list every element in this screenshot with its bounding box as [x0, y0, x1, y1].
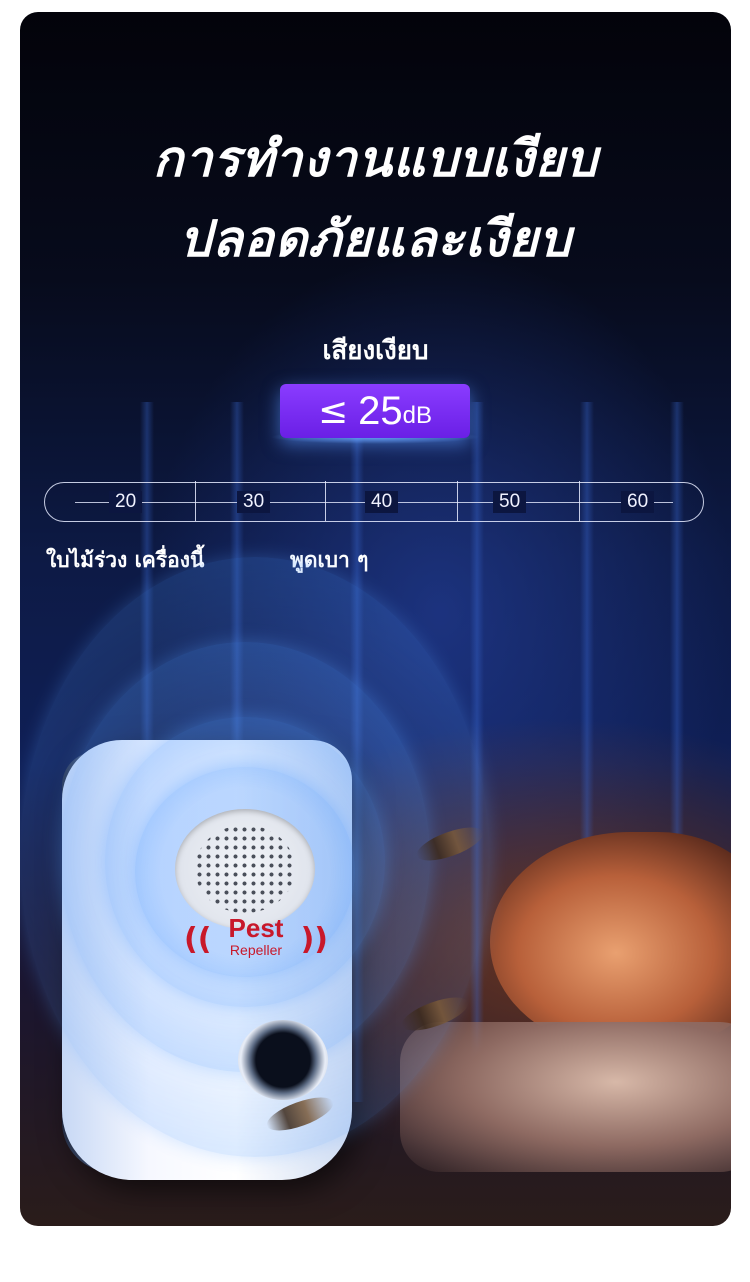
pillow-photo — [400, 1022, 731, 1172]
scale-divider — [195, 481, 196, 521]
scale-divider — [579, 481, 580, 521]
headline-line-2: ปลอดภัยและเงียบ — [179, 210, 572, 268]
speaker-grille-icon — [175, 809, 315, 929]
decibel-unit: dB — [402, 402, 433, 429]
scale-divider — [457, 481, 458, 521]
speaker-holes — [195, 825, 295, 913]
decibel-value: 25 — [358, 388, 403, 433]
decibel-badge: ≤ 25 dB — [280, 384, 470, 438]
wave-left-icon: (( — [184, 922, 212, 957]
pest-repeller-logo: (( Pest Repeller )) — [184, 914, 328, 974]
headline-line-1: การทำงานแบบเงียบ — [152, 130, 599, 188]
less-equal-symbol: ≤ — [317, 390, 349, 432]
scale-divider — [325, 481, 326, 521]
decibel-scale: 20 30 40 50 60 — [44, 481, 704, 522]
sleeping-child-photo — [490, 832, 731, 1052]
sensor-light-icon — [238, 1020, 328, 1100]
scale-tick-60: 60 — [621, 491, 655, 513]
scale-tick-40: 40 — [365, 491, 399, 513]
noise-label: เสียงเงียบ — [322, 336, 429, 366]
scale-tick-20: 20 — [109, 491, 143, 513]
scale-tick-50: 50 — [493, 491, 527, 513]
wave-right-icon: )) — [300, 922, 328, 957]
hero-panel: การทำงานแบบเงียบ ปลอดภัยและเงียบ เสียงเง… — [20, 12, 731, 1226]
scale-tick-30: 30 — [237, 491, 271, 513]
